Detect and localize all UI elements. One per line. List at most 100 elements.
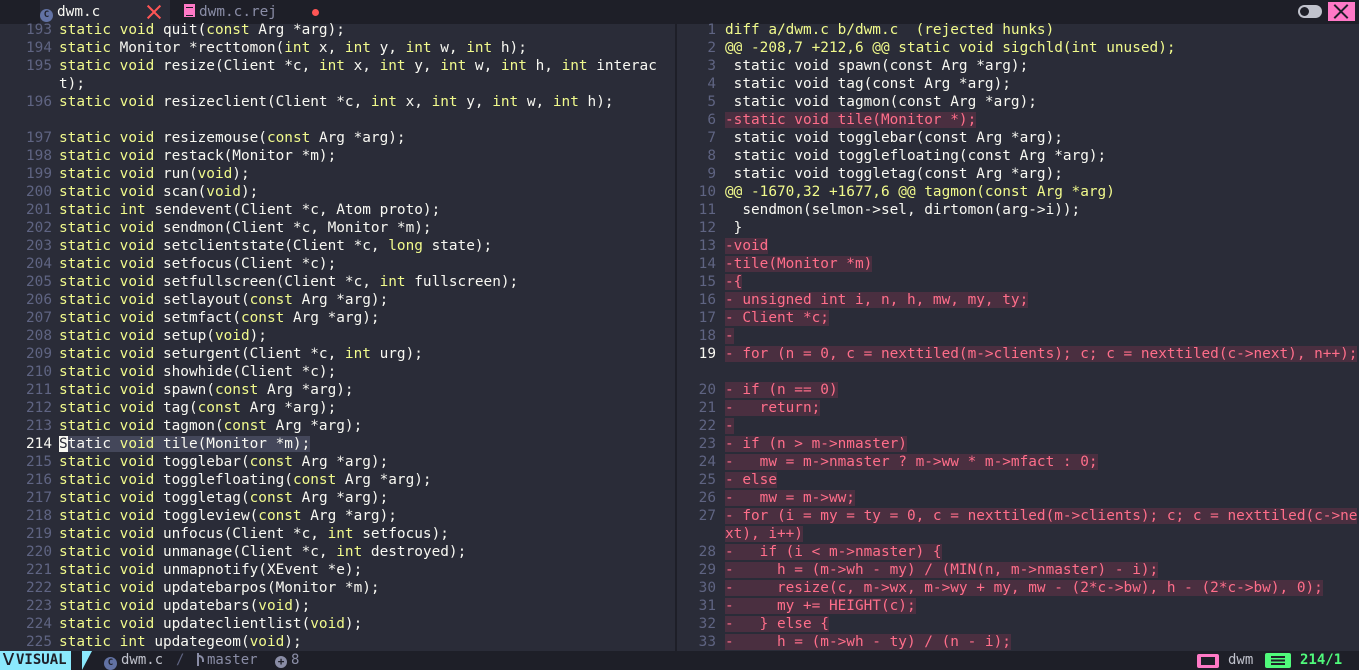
diff-text[interactable]: - if (i < m->nmaster) {	[725, 543, 1358, 561]
editor-pane-left[interactable]: 193 static void quit(const Arg *arg); 194 s…	[0, 21, 675, 651]
editor-pane-right[interactable]: 1 diff a/dwm.c b/dwm.c (rejected hunks) 2 @…	[678, 21, 1359, 651]
diff-text[interactable]: -	[725, 417, 1358, 435]
diff-text[interactable]: - my += HEIGHT(c);	[725, 597, 1358, 615]
diff-text[interactable]: -void	[725, 237, 1358, 255]
code-text[interactable]: static void setlayout(const Arg *arg);	[59, 291, 673, 309]
code-text[interactable]: static void quit(const Arg *arg);	[59, 21, 673, 39]
diff-line[interactable]: 33 - h = (m->wh - ty) / (n - i);	[678, 633, 1359, 651]
code-text[interactable]: static void updatebars(void);	[59, 597, 673, 615]
code-line[interactable]: 194 static Monitor *recttomon(int x, int …	[0, 39, 675, 57]
diff-line[interactable]: 6 -static void tile(Monitor *);	[678, 111, 1359, 129]
code-line[interactable]: 220 static void unmanage(Client *c, int d…	[0, 543, 675, 561]
code-line[interactable]: 207 static void setmfact(const Arg *arg);	[0, 309, 675, 327]
diff-line[interactable]: 15 -{	[678, 273, 1359, 291]
diff-text[interactable]: -static void tile(Monitor *);	[725, 111, 1358, 129]
code-line[interactable]: 206 static void setlayout(const Arg *arg)…	[0, 291, 675, 309]
diff-text[interactable]: static void spawn(const Arg *arg);	[725, 57, 1358, 75]
diff-text[interactable]: - h = (m->wh - my) / (MIN(n, m->nmaster)…	[725, 561, 1358, 579]
diff-line[interactable]: 16 - unsigned int i, n, h, mw, my, ty;	[678, 291, 1359, 309]
diff-text[interactable]: -tile(Monitor *m)	[725, 255, 1358, 273]
diff-line[interactable]: 11 sendmon(selmon->sel, dirtomon(arg->i)…	[678, 201, 1359, 219]
diff-line[interactable]: 7 static void togglebar(const Arg *arg);	[678, 129, 1359, 147]
diff-line[interactable]: 17 - Client *c;	[678, 309, 1359, 327]
diff-line[interactable]: 28 - if (i < m->nmaster) {	[678, 543, 1359, 561]
code-line[interactable]: 198 static void restack(Monitor *m);	[0, 147, 675, 165]
code-text[interactable]: static void tag(const Arg *arg);	[59, 399, 673, 417]
diff-line[interactable]: 29 - h = (m->wh - my) / (MIN(n, m->nmaste…	[678, 561, 1359, 579]
code-line[interactable]: 208 static void setup(void);	[0, 327, 675, 345]
diff-text[interactable]: - for (n = 0, c = nexttiled(m->clients);…	[725, 345, 1358, 363]
diff-line[interactable]: 12 }	[678, 219, 1359, 237]
diff-line[interactable]: 4 static void tag(const Arg *arg);	[678, 75, 1359, 93]
diff-line[interactable]: 32 - } else {	[678, 615, 1359, 633]
code-line[interactable]: 196 static void resizeclient(Client *c, i…	[0, 93, 675, 129]
diff-line[interactable]: 8 static void togglefloating(const Arg *…	[678, 147, 1359, 165]
diff-text[interactable]: - } else {	[725, 615, 1358, 633]
code-text[interactable]: static void resizeclient(Client *c, int …	[59, 93, 673, 111]
diff-text[interactable]: static void togglefloating(const Arg *ar…	[725, 147, 1358, 165]
code-line[interactable]: 217 static void toggletag(const Arg *arg)…	[0, 489, 675, 507]
code-text[interactable]: static void seturgent(Client *c, int urg…	[59, 345, 673, 363]
code-text[interactable]: static void setfullscreen(Client *c, int…	[59, 273, 673, 291]
close-window-button[interactable]	[1328, 2, 1355, 21]
code-text[interactable]: static void run(void);	[59, 165, 673, 183]
toggle-icon[interactable]	[1298, 5, 1322, 18]
diff-text[interactable]: - unsigned int i, n, h, mw, my, ty;	[725, 291, 1358, 309]
code-line[interactable]: 209 static void seturgent(Client *c, int …	[0, 345, 675, 363]
code-text[interactable]: Static void tile(Monitor *m);	[59, 435, 673, 453]
diff-text[interactable]: - h = (m->wh - ty) / (n - i);	[725, 633, 1358, 651]
code-text[interactable]: static void tagmon(const Arg *arg);	[59, 417, 673, 435]
diff-text[interactable]: - else	[725, 471, 1358, 489]
diff-line[interactable]: 25 - else	[678, 471, 1359, 489]
diff-text[interactable]: - if (n > m->nmaster)	[725, 435, 1358, 453]
code-text[interactable]: static void setfocus(Client *c);	[59, 255, 673, 273]
code-text[interactable]: static void unfocus(Client *c, int setfo…	[59, 525, 673, 543]
diff-line[interactable]: 31 - my += HEIGHT(c);	[678, 597, 1359, 615]
code-text[interactable]: static void setup(void);	[59, 327, 673, 345]
code-line[interactable]: 199 static void run(void);	[0, 165, 675, 183]
diff-text[interactable]: - for (i = my = ty = 0, c = nexttiled(m-…	[725, 507, 1358, 543]
diff-line[interactable]: 1 diff a/dwm.c b/dwm.c (rejected hunks)	[678, 21, 1359, 39]
diff-line[interactable]: 30 - resize(c, m->wx, m->wy + my, mw - (2…	[678, 579, 1359, 597]
diff-text[interactable]: diff a/dwm.c b/dwm.c (rejected hunks)	[725, 21, 1358, 39]
diff-line[interactable]: 14 -tile(Monitor *m)	[678, 255, 1359, 273]
diff-text[interactable]: static void tag(const Arg *arg);	[725, 75, 1358, 93]
diff-line[interactable]: 21 - return;	[678, 399, 1359, 417]
diff-text[interactable]: @@ -1670,32 +1677,6 @@ tagmon(const Arg …	[725, 183, 1358, 201]
code-text[interactable]: static void updateclientlist(void);	[59, 615, 673, 633]
code-line[interactable]: 225 static int updategeom(void);	[0, 633, 675, 651]
code-line[interactable]: 197 static void resizemouse(const Arg *ar…	[0, 129, 675, 147]
code-text[interactable]: static void togglebar(const Arg *arg);	[59, 453, 673, 471]
diff-text[interactable]: - Client *c;	[725, 309, 1358, 327]
code-text[interactable]: static void spawn(const Arg *arg);	[59, 381, 673, 399]
code-text[interactable]: static Monitor *recttomon(int x, int y, …	[59, 39, 673, 57]
close-tab-icon[interactable]	[146, 4, 162, 20]
diff-line[interactable]: 2 @@ -208,7 +212,6 @@ static void sigchld…	[678, 39, 1359, 57]
code-line[interactable]: 222 static void updatebarpos(Monitor *m);	[0, 579, 675, 597]
code-text[interactable]: static void resize(Client *c, int x, int…	[59, 57, 673, 93]
code-text[interactable]: static void resizemouse(const Arg *arg);	[59, 129, 673, 147]
code-text[interactable]: static void unmapnotify(XEvent *e);	[59, 561, 673, 579]
code-text[interactable]: static void sendmon(Client *c, Monitor *…	[59, 219, 673, 237]
diff-text[interactable]: sendmon(selmon->sel, dirtomon(arg->i));	[725, 201, 1358, 219]
code-text[interactable]: static int updategeom(void);	[59, 633, 673, 651]
diff-line[interactable]: 10 @@ -1670,32 +1677,6 @@ tagmon(const Ar…	[678, 183, 1359, 201]
code-line[interactable]: 202 static void sendmon(Client *c, Monito…	[0, 219, 675, 237]
code-line[interactable]: 204 static void setfocus(Client *c);	[0, 255, 675, 273]
code-text[interactable]: static void updatebarpos(Monitor *m);	[59, 579, 673, 597]
diff-line[interactable]: 23 - if (n > m->nmaster)	[678, 435, 1359, 453]
code-text[interactable]: static void togglefloating(const Arg *ar…	[59, 471, 673, 489]
diff-line[interactable]: 26 - mw = m->ww;	[678, 489, 1359, 507]
code-line[interactable]: 212 static void tag(const Arg *arg);	[0, 399, 675, 417]
diff-text[interactable]: -	[725, 327, 1358, 345]
code-line[interactable]: 211 static void spawn(const Arg *arg);	[0, 381, 675, 399]
code-line[interactable]: 214 Static void tile(Monitor *m);	[0, 435, 675, 453]
diff-text[interactable]: static void tagmon(const Arg *arg);	[725, 93, 1358, 111]
code-text[interactable]: static void setclientstate(Client *c, lo…	[59, 237, 673, 255]
code-line[interactable]: 218 static void toggleview(const Arg *arg…	[0, 507, 675, 525]
code-text[interactable]: static void toggleview(const Arg *arg);	[59, 507, 673, 525]
diff-text[interactable]: }	[725, 219, 1358, 237]
code-line[interactable]: 213 static void tagmon(const Arg *arg);	[0, 417, 675, 435]
code-line[interactable]: 205 static void setfullscreen(Client *c, …	[0, 273, 675, 291]
diff-line[interactable]: 24 - mw = m->nmaster ? m->ww * m->mfact :…	[678, 453, 1359, 471]
